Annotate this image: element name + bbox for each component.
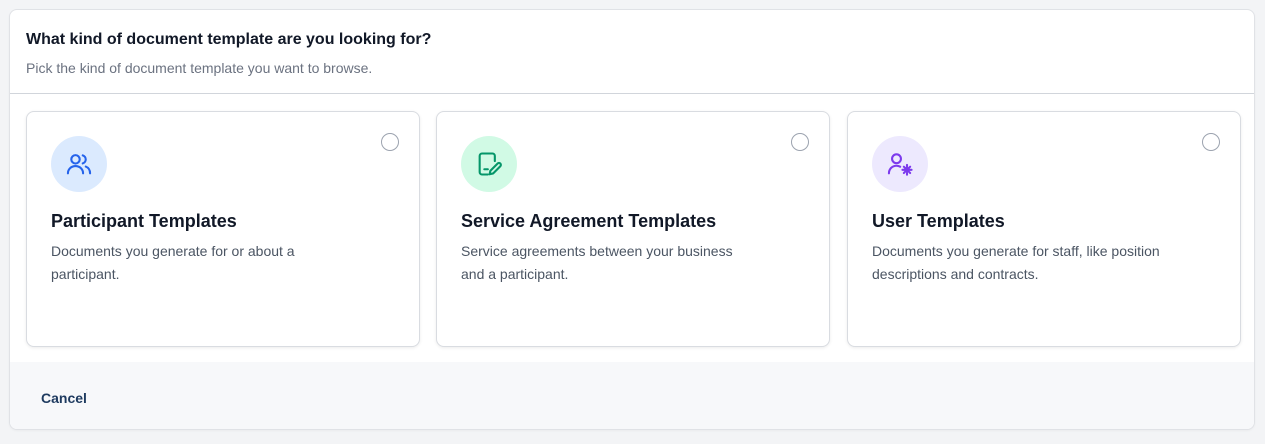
dialog-title: What kind of document template are you l…: [26, 31, 432, 48]
option-card-participant-templates[interactable]: Participant Templates Documents you gene…: [26, 111, 420, 347]
cancel-button[interactable]: Cancel: [33, 386, 95, 410]
option-title: Participant Templates: [51, 211, 237, 231]
option-radio-service-agreement-templates[interactable]: [791, 133, 809, 151]
option-card-user-templates[interactable]: User Templates Documents you generate fo…: [847, 111, 1241, 347]
file-signature-icon: [461, 136, 517, 192]
option-title: User Templates: [872, 211, 1005, 231]
user-cog-icon: [872, 136, 928, 192]
option-description: Documents you generate for staff, like p…: [872, 243, 1160, 282]
dialog-subtitle: Pick the kind of document template you w…: [26, 60, 373, 76]
users-icon: [51, 136, 107, 192]
option-description: Service agreements between your business…: [461, 243, 733, 282]
dialog-footer: Cancel: [10, 362, 1254, 429]
option-radio-user-templates[interactable]: [1202, 133, 1220, 151]
template-kind-options: Participant Templates Documents you gene…: [26, 111, 1241, 347]
template-kind-dialog: What kind of document template are you l…: [9, 9, 1255, 430]
option-card-service-agreement-templates[interactable]: Service Agreement Templates Service agre…: [436, 111, 830, 347]
dialog-header: What kind of document template are you l…: [10, 10, 1254, 94]
option-radio-participant-templates[interactable]: [381, 133, 399, 151]
option-description: Documents you generate for or about a pa…: [51, 243, 295, 282]
option-title: Service Agreement Templates: [461, 211, 717, 231]
